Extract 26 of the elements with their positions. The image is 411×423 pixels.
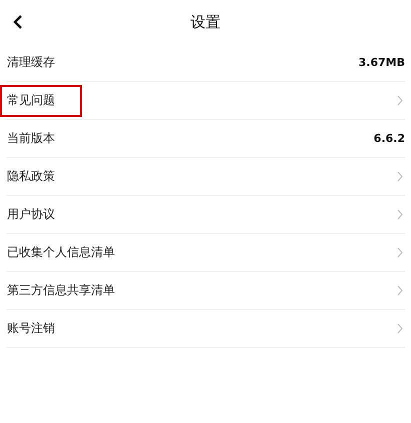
row-value: 6.6.2: [374, 132, 405, 145]
settings-row[interactable]: 第三方信息共享清单: [6, 272, 405, 310]
row-label: 用户协议: [6, 206, 55, 223]
chevron-icon: [397, 285, 403, 296]
settings-row[interactable]: 用户协议: [6, 196, 405, 234]
chevron-icon: [397, 95, 403, 106]
settings-row[interactable]: 常见问题: [6, 82, 405, 120]
settings-row[interactable]: 当前版本 6.6.2: [6, 120, 405, 158]
back-icon[interactable]: [12, 14, 24, 30]
row-label: 隐私政策: [6, 168, 55, 185]
settings-row[interactable]: 隐私政策: [6, 158, 405, 196]
chevron-icon: [397, 209, 403, 220]
row-value: 3.67MB: [358, 56, 405, 69]
row-label: 账号注销: [6, 320, 55, 337]
chevron-icon: [397, 247, 403, 258]
settings-row[interactable]: 已收集个人信息清单: [6, 234, 405, 272]
chevron-icon: [397, 171, 403, 182]
row-label: 第三方信息共享清单: [6, 282, 115, 299]
row-label: 当前版本: [6, 130, 55, 147]
page-title: 设置: [190, 12, 220, 32]
settings-row[interactable]: 清理缓存 3.67MB: [6, 44, 405, 82]
chevron-icon: [397, 323, 403, 334]
row-label: 常见问题: [6, 92, 55, 109]
row-label: 已收集个人信息清单: [6, 244, 115, 261]
row-label: 清理缓存: [6, 54, 55, 71]
settings-row[interactable]: 账号注销: [6, 310, 405, 348]
